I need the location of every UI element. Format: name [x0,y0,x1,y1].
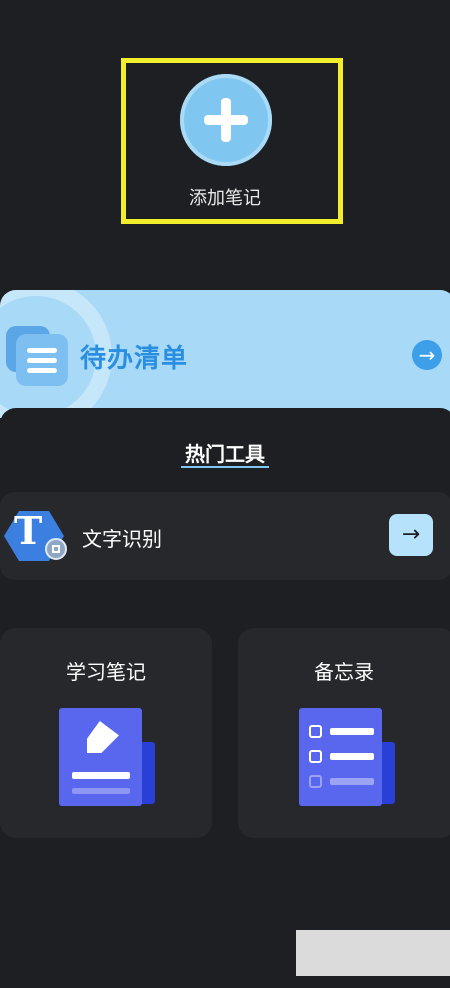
watermark-area [296,930,450,976]
checkbox-icon [309,725,322,738]
arrow-right-icon[interactable]: → [412,340,442,370]
note-line [72,788,130,794]
checkbox-icon [309,775,322,788]
plus-circle-icon[interactable] [180,74,272,166]
study-notes-title: 学习笔记 [66,660,146,684]
checkbox-icon [309,750,322,763]
memo-title: 备忘录 [314,660,374,684]
checklist-line [330,753,374,760]
ocr-tool-label: 文字识别 [82,527,162,551]
arrow-right-icon[interactable]: → [389,514,433,556]
text-recognition-icon: T [14,508,43,553]
todo-list-title: 待办清单 [80,344,189,374]
ocr-tool-row[interactable] [0,492,450,580]
add-note-label[interactable]: 添加笔记 [0,184,450,210]
tab-underline [181,466,269,468]
todo-list-banner[interactable]: 待办清单 → [0,290,450,418]
note-line [72,772,130,779]
checklist-line [330,778,374,785]
scan-badge-icon [45,538,67,560]
checklist-line [330,728,374,735]
hot-tools-heading[interactable]: 热门工具 [0,438,450,467]
list-icon [16,334,68,386]
